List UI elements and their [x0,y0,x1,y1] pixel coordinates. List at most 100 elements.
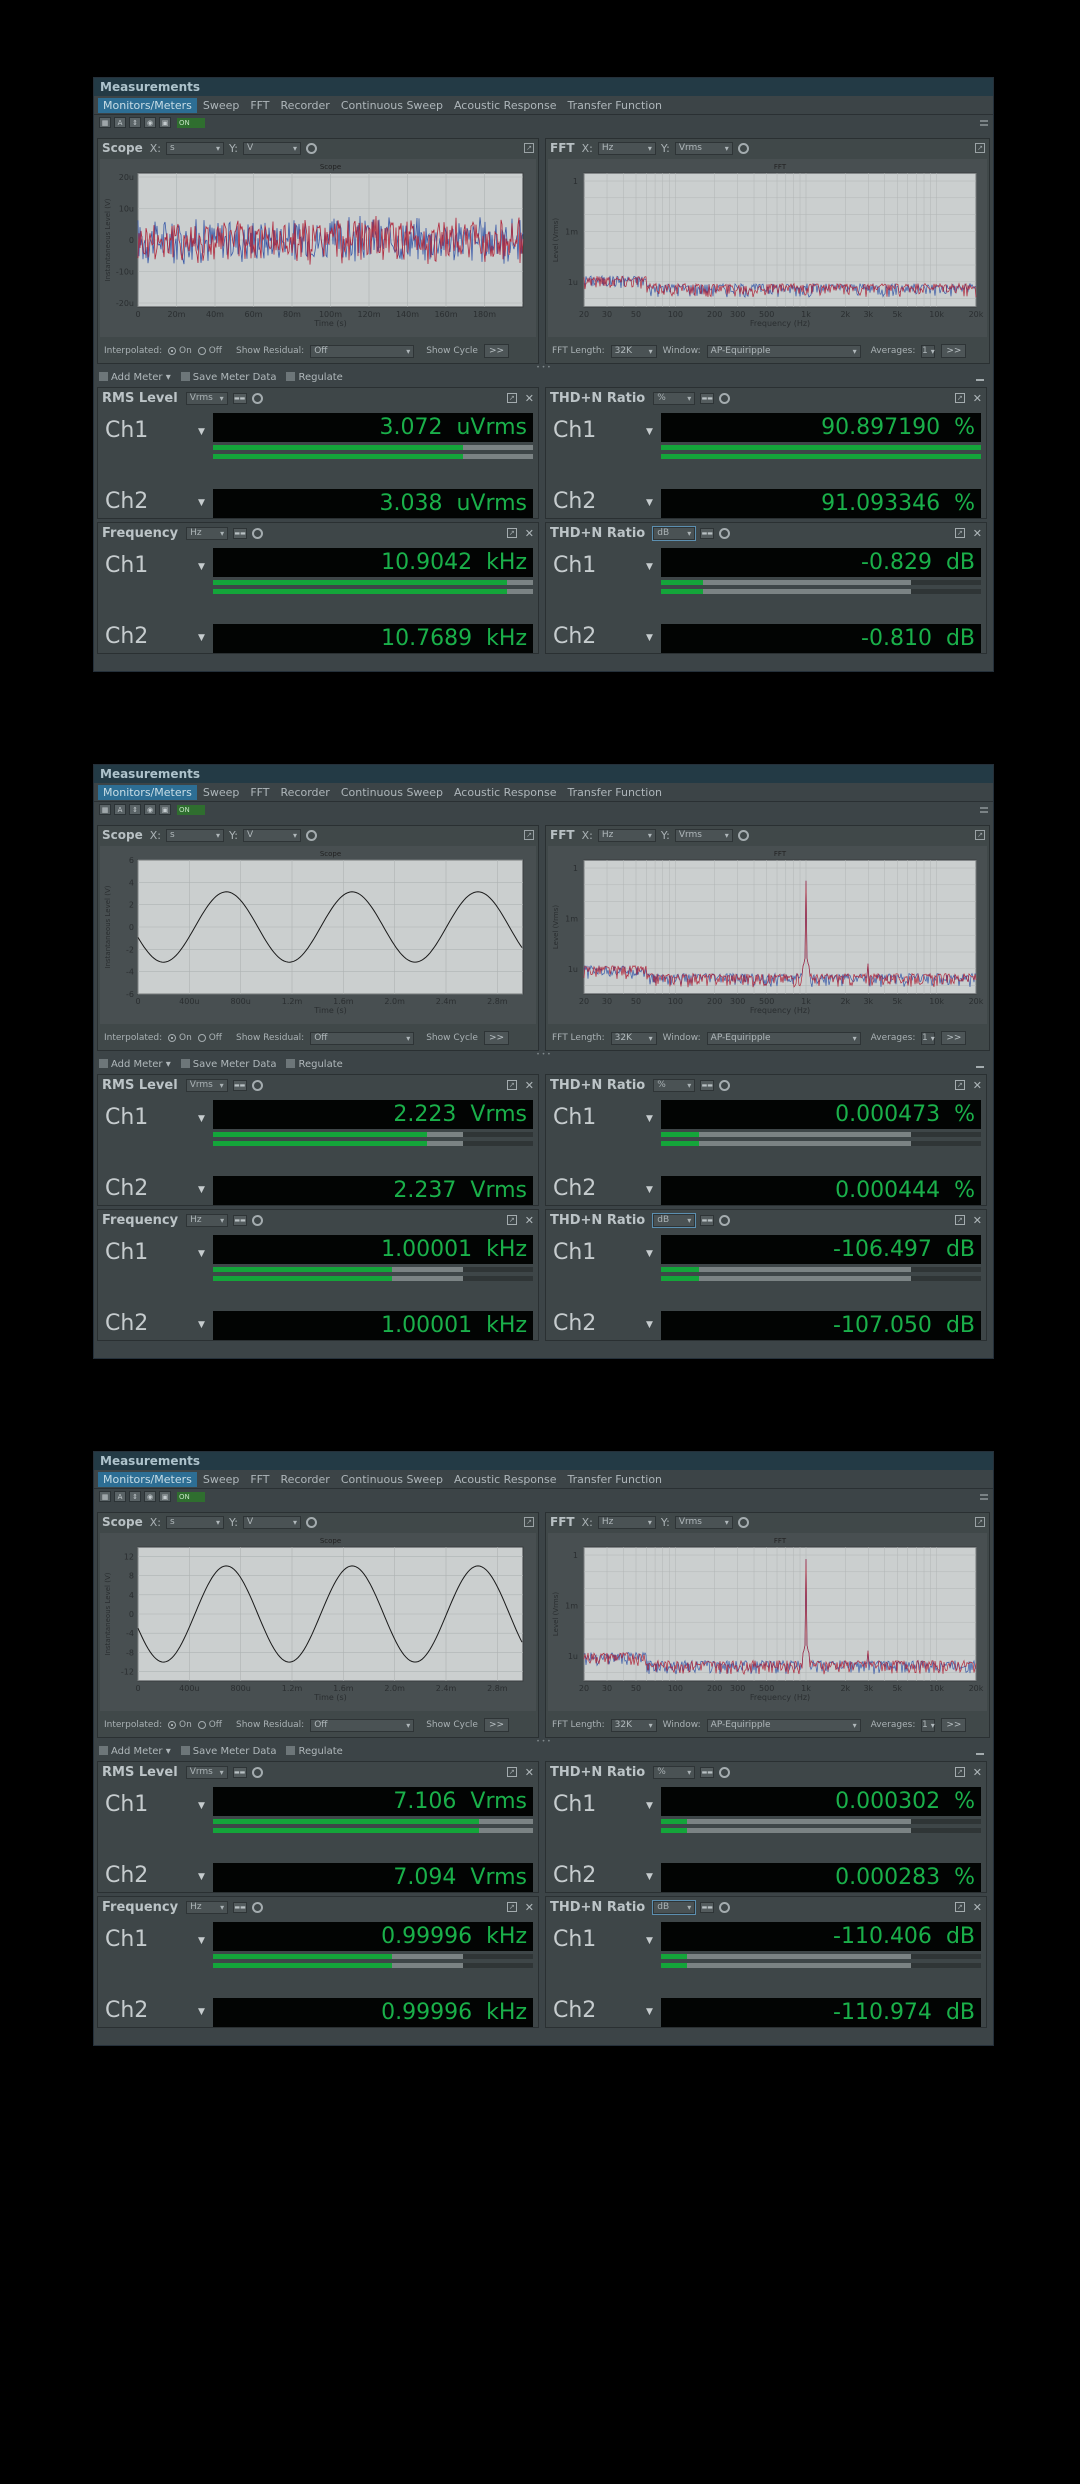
fft-settings-icon[interactable] [737,829,749,841]
meter-popout-icon[interactable]: ↗ [506,1767,517,1777]
meter-popout-icon[interactable]: ↗ [506,1902,517,1912]
meter-popout-icon[interactable]: ↗ [954,1902,965,1912]
window-select[interactable]: AP-Equiripple [706,1718,861,1732]
tab-acoustic-response[interactable]: Acoustic Response [449,98,562,113]
meter-settings-icon[interactable] [252,1214,264,1226]
scope-popout-icon[interactable]: ↗ [524,830,534,840]
interp-on-option[interactable]: On [168,1033,192,1043]
fft-y-unit-select[interactable]: Vrms [674,828,733,842]
snapshot-icon[interactable]: ▣ [159,804,171,815]
meter-close-icon[interactable]: ✕ [525,1079,534,1092]
interp-on-option[interactable]: On [168,1720,192,1730]
grid-icon[interactable]: ▦ [99,1491,111,1502]
pin-icon[interactable] [976,1747,984,1755]
meter-settings-icon[interactable] [719,527,731,539]
meter-popout-icon[interactable]: ↗ [954,393,965,403]
meter-history-icon[interactable]: ▬▬ [233,1901,248,1913]
fft-more-button[interactable]: >> [941,1031,967,1045]
meter-settings-icon[interactable] [252,1901,264,1913]
meter-unit-select[interactable]: Vrms [185,391,228,405]
fft-more-button[interactable]: >> [941,1718,967,1732]
tab-recorder[interactable]: Recorder [276,785,335,800]
meter-settings-icon[interactable] [719,1214,731,1226]
scope-settings-icon[interactable] [305,829,317,841]
ch2-dropdown-icon[interactable]: ▼ [646,1320,653,1330]
ch2-dropdown-icon[interactable]: ▼ [198,1185,205,1195]
tab-transfer-function[interactable]: Transfer Function [563,98,668,113]
scope-y-unit-select[interactable]: V [242,828,301,842]
save-meter-data-button[interactable]: Save Meter Data [180,372,276,383]
ch2-dropdown-icon[interactable]: ▼ [646,2007,653,2017]
meter-unit-select[interactable]: Vrms [185,1078,228,1092]
ch1-dropdown-icon[interactable]: ▼ [646,1114,653,1124]
ch1-dropdown-icon[interactable]: ▼ [198,1114,205,1124]
tab-acoustic-response[interactable]: Acoustic Response [449,1472,562,1487]
panel-menu-icon[interactable] [980,119,988,126]
interp-off-option[interactable]: Off [197,1720,222,1730]
snapshot-icon[interactable]: ▣ [159,1491,171,1502]
meter-popout-icon[interactable]: ↗ [506,1215,517,1225]
meter-history-icon[interactable]: ▬▬ [700,527,715,539]
scope-settings-icon[interactable] [305,142,317,154]
meter-history-icon[interactable]: ▬▬ [232,392,247,404]
meter-history-icon[interactable]: ▬▬ [232,1079,247,1091]
averages-input[interactable]: 1 [921,1718,936,1732]
regulate-button[interactable]: Regulate [286,372,343,383]
generator-toggle[interactable]: ON [177,1491,205,1502]
meter-popout-icon[interactable]: ↗ [506,528,517,538]
tab-fft[interactable]: FFT [245,1472,274,1487]
scope-x-unit-select[interactable]: s [165,141,224,155]
fft-y-unit-select[interactable]: Vrms [674,1515,733,1529]
tab-fft[interactable]: FFT [245,98,274,113]
scope-y-unit-select[interactable]: V [242,141,301,155]
meter-popout-icon[interactable]: ↗ [506,393,517,403]
ch1-dropdown-icon[interactable]: ▼ [198,1249,205,1259]
save-meter-data-button[interactable]: Save Meter Data [180,1059,276,1070]
tab-fft[interactable]: FFT [245,785,274,800]
regulate-button[interactable]: Regulate [286,1059,343,1070]
meter-close-icon[interactable]: ✕ [525,1901,534,1914]
fft-popout-icon[interactable]: ↗ [975,143,985,153]
tab-monitors-meters[interactable]: Monitors/Meters [98,1471,197,1487]
meter-settings-icon[interactable] [251,1766,263,1778]
interp-on-option[interactable]: On [168,346,192,356]
meter-unit-select[interactable]: % [653,1765,696,1779]
fft-more-button[interactable]: >> [941,344,967,358]
meter-popout-icon[interactable]: ↗ [954,1080,965,1090]
scope-more-button[interactable]: >> [483,1031,510,1045]
meter-close-icon[interactable]: ✕ [973,1079,982,1092]
snapshot-icon[interactable]: ▣ [159,117,171,128]
ch2-dropdown-icon[interactable]: ▼ [646,1185,653,1195]
averages-input[interactable]: 1 [921,1031,936,1045]
ch1-dropdown-icon[interactable]: ▼ [198,562,205,572]
meter-unit-select[interactable]: dB [652,1212,697,1228]
meter-close-icon[interactable]: ✕ [525,1214,534,1227]
meter-close-icon[interactable]: ✕ [973,1901,982,1914]
scope-popout-icon[interactable]: ↗ [524,1517,534,1527]
tab-recorder[interactable]: Recorder [276,1472,335,1487]
meter-history-icon[interactable]: ▬▬ [233,1214,248,1226]
generator-toggle[interactable]: ON [177,117,205,128]
fft-x-unit-select[interactable]: Hz [597,1515,656,1529]
scope-more-button[interactable]: >> [483,344,510,358]
meter-close-icon[interactable]: ✕ [973,1766,982,1779]
ch1-dropdown-icon[interactable]: ▼ [646,1936,653,1946]
show-cycle-label[interactable]: Show Cycle [426,1720,478,1730]
meter-close-icon[interactable]: ✕ [973,1214,982,1227]
ch2-dropdown-icon[interactable]: ▼ [198,1320,205,1330]
generator-toggle[interactable]: ON [177,804,205,815]
meter-settings-icon[interactable] [719,1766,731,1778]
tab-continuous-sweep[interactable]: Continuous Sweep [336,1472,448,1487]
meter-unit-select[interactable]: Vrms [185,1765,228,1779]
meter-settings-icon[interactable] [251,1079,263,1091]
fft-popout-icon[interactable]: ↗ [975,830,985,840]
fft-x-unit-select[interactable]: Hz [597,141,656,155]
sync-icon[interactable]: ⇕ [129,1491,141,1502]
scope-more-button[interactable]: >> [483,1718,510,1732]
scope-popout-icon[interactable]: ↗ [524,143,534,153]
tab-sweep[interactable]: Sweep [198,785,245,800]
ch1-dropdown-icon[interactable]: ▼ [646,427,653,437]
show-cycle-label[interactable]: Show Cycle [426,346,478,356]
ch1-dropdown-icon[interactable]: ▼ [198,427,205,437]
meter-settings-icon[interactable] [719,1079,731,1091]
